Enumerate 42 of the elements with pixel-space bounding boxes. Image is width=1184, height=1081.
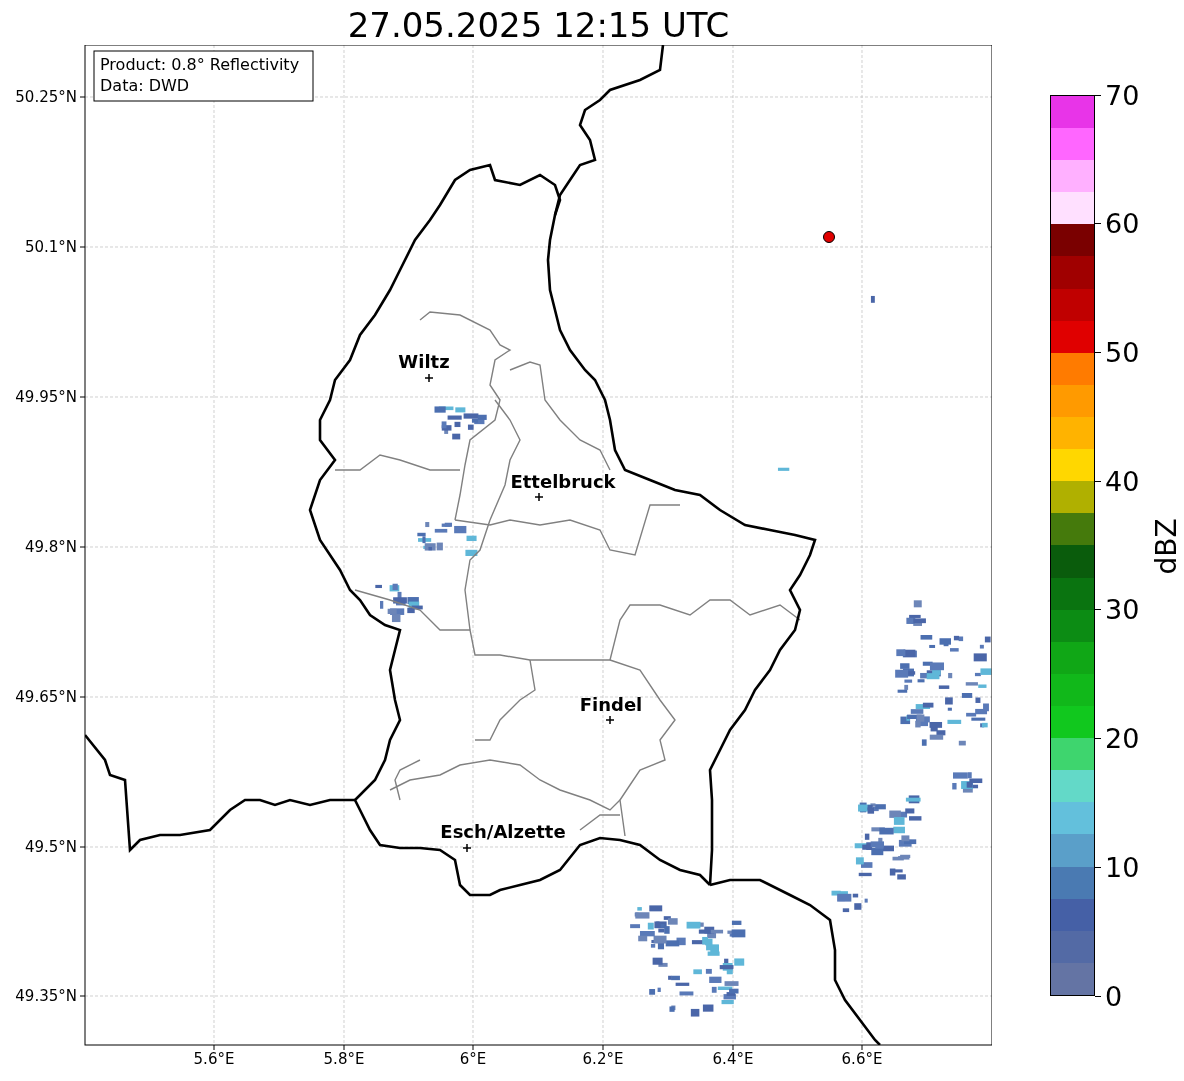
latitude-label: 49.8°N <box>24 538 77 556</box>
radar-echo <box>434 406 487 440</box>
city-marker-icon <box>424 373 434 383</box>
chart-title: 27.05.2025 12:15 UTC <box>346 4 731 45</box>
legend-text: Data: DWD <box>100 76 190 95</box>
colorbar-label: dBZ <box>1149 518 1183 575</box>
radar-echo <box>952 772 983 793</box>
city-marker-icon <box>462 843 472 853</box>
longitude-label: 6°E <box>459 1050 487 1068</box>
legend-text: Product: 0.8° Reflectivity <box>100 55 300 74</box>
radar-echo <box>375 583 423 623</box>
latitude-label: 49.35°N <box>15 987 77 1005</box>
city-label: Ettelbruck <box>510 471 616 492</box>
longitude-label: 6.4°E <box>712 1050 754 1068</box>
location-marker <box>823 231 835 243</box>
city-label: Wiltz <box>398 351 450 372</box>
latitude-label: 49.5°N <box>24 838 77 856</box>
latitude-label: 50.1°N <box>24 238 77 256</box>
colorbar-tick-label: 70 <box>1105 79 1140 111</box>
longitude-label: 5.6°E <box>193 1050 235 1068</box>
longitude-label: 6.2°E <box>582 1050 624 1068</box>
radar-echo <box>906 600 926 626</box>
longitude-label: 5.8°E <box>323 1050 365 1068</box>
colorbar-tick-label: 20 <box>1105 723 1140 755</box>
city-label: Esch/Alzette <box>440 821 566 842</box>
latitude-label: 50.25°N <box>15 88 77 106</box>
colorbar-tick-label: 10 <box>1105 851 1140 883</box>
latitude-label: 49.95°N <box>15 388 77 406</box>
colorbar-tick-label: 60 <box>1105 208 1140 240</box>
radar-echo <box>870 295 875 303</box>
latitude-label: 49.65°N <box>15 688 77 706</box>
city-label: Findel <box>579 694 643 715</box>
colorbar-tick-label: 30 <box>1105 594 1140 626</box>
longitude-label: 6.6°E <box>841 1050 883 1068</box>
radar-echo <box>777 467 790 471</box>
city-marker-icon <box>605 715 615 725</box>
colorbar-tick-label: 40 <box>1105 465 1140 497</box>
city-marker-icon <box>534 492 544 502</box>
colorbar-tick-label: 0 <box>1105 980 1123 1012</box>
radar-echo <box>417 522 478 556</box>
colorbar-tick-label: 50 <box>1105 336 1140 368</box>
radar-echo <box>831 890 868 913</box>
